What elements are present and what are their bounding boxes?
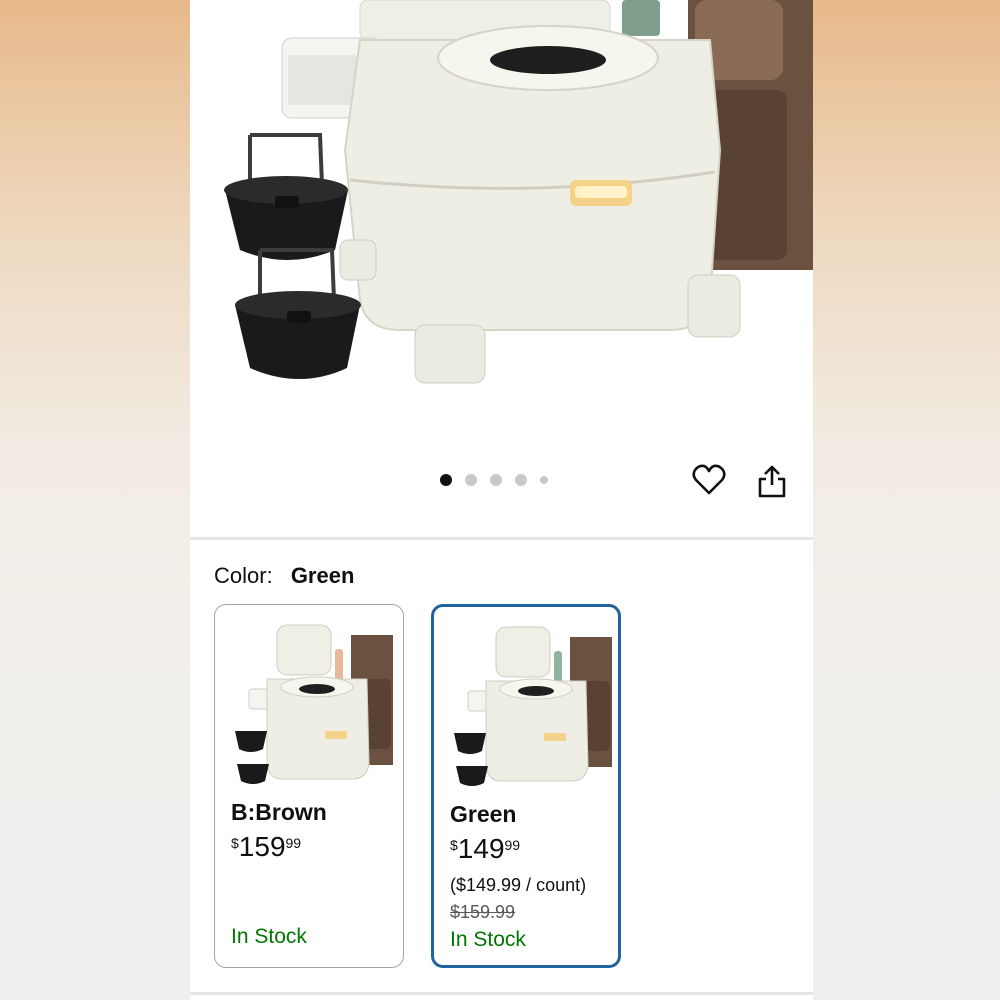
section-divider [190,992,813,995]
stock-status: In Stock [231,925,307,948]
variant-price: $14999 [450,833,520,865]
carousel-dot[interactable] [515,474,527,486]
unit-price: ($149.99 / count) [450,875,587,895]
price-whole: 149 [457,833,505,864]
favorite-button[interactable] [691,462,727,498]
image-carousel-dots[interactable] [440,474,548,486]
carousel-dot[interactable] [465,474,477,486]
variant-card-brown[interactable]: B:Brown $15999 In Stock [214,604,404,968]
carousel-dot[interactable] [490,474,502,486]
variant-name: Green [450,801,517,827]
currency-symbol: $ [450,837,458,853]
currency-symbol: $ [231,835,239,851]
carousel-dot[interactable] [440,474,452,486]
color-label: Color: [214,563,273,588]
list-price: $159.99 [450,902,516,922]
variant-thumbnail [227,619,393,789]
stock-status: In Stock [450,928,526,951]
share-icon [758,465,786,498]
selected-color: Green [290,563,355,588]
color-selector-header: Color: Green [214,563,354,589]
variant-card-green[interactable]: Green $14999 ($149.99 / count) $159.99 I… [431,604,621,968]
price-fraction: 99 [504,837,521,853]
product-page: Color: Green B:Brown $15999 In Stock Gre… [190,0,813,1000]
share-button[interactable] [756,463,788,499]
variant-name: B:Brown [231,799,327,825]
heart-icon [692,464,726,495]
variant-thumbnail [446,621,612,791]
carousel-dot[interactable] [540,476,548,484]
variant-price: $15999 [231,831,301,863]
price-fraction: 99 [285,835,302,851]
product-image[interactable] [190,0,813,460]
section-divider [190,537,813,540]
price-whole: 159 [238,831,286,862]
